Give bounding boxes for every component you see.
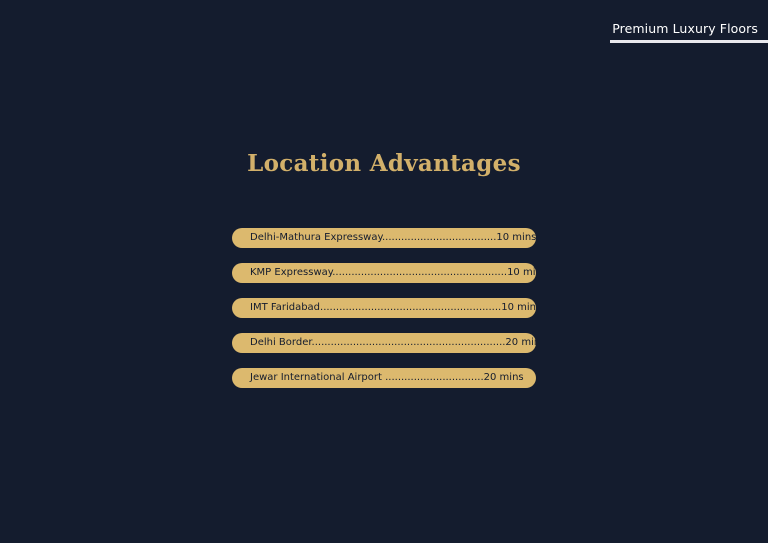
location-item-jewar-airport: Jewar International Airport ............… — [232, 368, 536, 388]
location-item-delhi-border: Delhi Border............................… — [232, 333, 536, 353]
tagline-underline — [610, 40, 768, 43]
location-list: Delhi-Mathura Expressway................… — [232, 228, 536, 403]
location-item-delhi-mathura: Delhi-Mathura Expressway................… — [232, 228, 536, 248]
location-item-imt-faridabad: IMT Faridabad...........................… — [232, 298, 536, 318]
location-item-kmp: KMP Expressway..........................… — [232, 263, 536, 283]
brand-tagline: Premium Luxury Floors — [612, 21, 758, 36]
page-title: Location Advantages — [247, 150, 521, 177]
